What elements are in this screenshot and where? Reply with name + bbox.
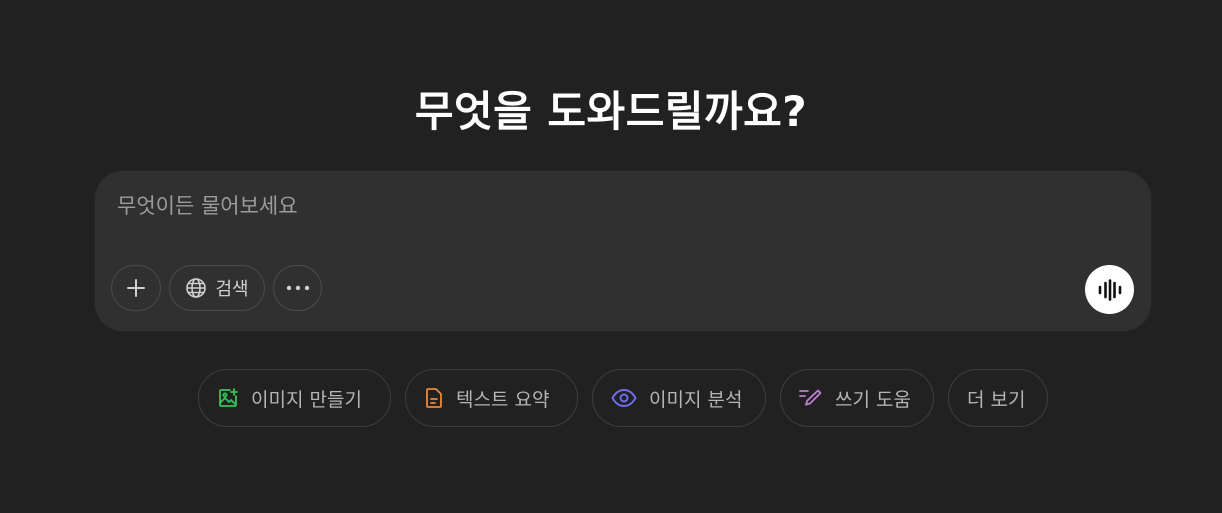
image-create-icon: [217, 387, 239, 409]
voice-mode-button[interactable]: [1085, 265, 1134, 314]
search-button[interactable]: 검색: [169, 265, 265, 311]
plus-icon: [125, 277, 147, 299]
eye-icon: [611, 388, 637, 408]
chip-create-image[interactable]: 이미지 만들기: [198, 369, 391, 427]
chip-label: 이미지 분석: [649, 388, 743, 411]
chip-summarize-text[interactable]: 텍스트 요약: [405, 369, 578, 427]
main-heading: 무엇을 도와드릴까요?: [414, 87, 808, 136]
composer: 검색: [95, 171, 1151, 331]
globe-icon: [185, 277, 207, 299]
chip-label: 쓰기 도움: [835, 388, 911, 411]
chip-label: 더 보기: [967, 388, 1026, 411]
chip-label: 텍스트 요약: [456, 388, 550, 411]
pen-icon: [799, 388, 823, 408]
chip-analyze-image[interactable]: 이미지 분석: [592, 369, 766, 427]
prompt-input[interactable]: [117, 189, 1017, 223]
chip-see-more[interactable]: 더 보기: [948, 369, 1048, 427]
add-button[interactable]: [111, 265, 161, 311]
suggestion-chips: 이미지 만들기 텍스트 요약 이미지 분석 쓰기 도움 더 보기: [0, 369, 1222, 427]
document-icon: [424, 387, 444, 409]
more-options-button[interactable]: [273, 265, 322, 311]
voice-waveform-icon: [1097, 278, 1123, 301]
chip-label: 이미지 만들기: [251, 388, 362, 411]
search-label: 검색: [215, 279, 249, 300]
chip-writing-help[interactable]: 쓰기 도움: [780, 369, 934, 427]
ellipsis-icon: [286, 285, 310, 291]
